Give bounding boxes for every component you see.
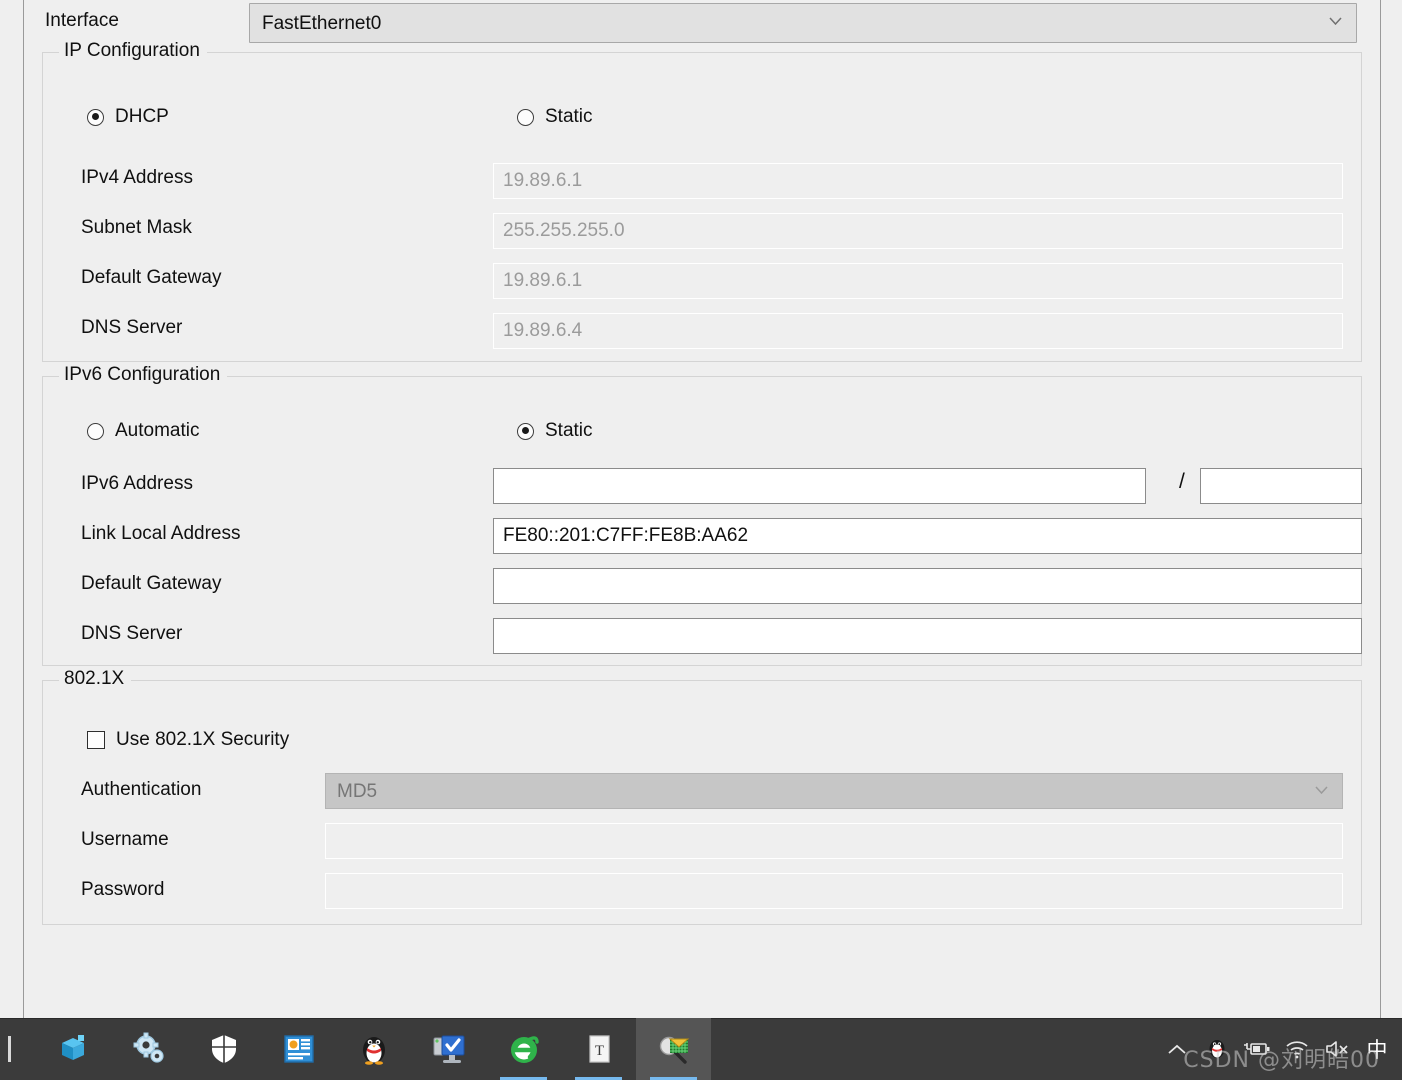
radio-ipv6-static-label: Static bbox=[545, 420, 593, 441]
radio-ip-static-label: Static bbox=[545, 106, 593, 127]
wifi-icon[interactable] bbox=[1284, 1036, 1310, 1062]
ipv6-gateway-input[interactable] bbox=[493, 568, 1362, 604]
interface-dropdown-value: FastEthernet0 bbox=[262, 13, 382, 34]
taskbar-items: T bbox=[36, 1018, 711, 1080]
packet-tracer-config-window: Interface FastEthernet0 IP Configuration… bbox=[0, 0, 1402, 1080]
username-label: Username bbox=[81, 829, 169, 850]
security-8021x-group: 802.1X Use 802.1X Security Authenticatio… bbox=[42, 668, 1362, 925]
ipv6-gateway-label: Default Gateway bbox=[81, 573, 222, 594]
config-pane: Interface FastEthernet0 IP Configuration… bbox=[24, 0, 1380, 1018]
ip-configuration-title: IP Configuration bbox=[59, 40, 207, 62]
ipv4-dns-label: DNS Server bbox=[81, 317, 183, 338]
gears-settings-icon bbox=[133, 1032, 164, 1063]
ipv6-prefix-input[interactable] bbox=[1200, 468, 1362, 504]
checkbox-indicator bbox=[87, 731, 105, 749]
svg-text:T: T bbox=[594, 1043, 603, 1059]
power-plug-icon[interactable] bbox=[1244, 1036, 1270, 1062]
taskbar-item-packet-tracer[interactable] bbox=[636, 1018, 711, 1080]
ipv4-gateway-label: Default Gateway bbox=[81, 267, 222, 288]
taskbar-item-defender[interactable] bbox=[186, 1018, 261, 1080]
ipv4-dns-input[interactable]: 19.89.6.4 bbox=[493, 313, 1343, 349]
radio-ipv6-static[interactable]: Static bbox=[517, 420, 593, 442]
authentication-label: Authentication bbox=[81, 779, 202, 800]
password-input[interactable] bbox=[325, 873, 1343, 909]
authentication-dropdown-value: MD5 bbox=[337, 781, 378, 802]
radio-dhcp-label: DHCP bbox=[115, 106, 169, 127]
radio-ipv6-automatic-label: Automatic bbox=[115, 420, 200, 441]
qq-penguin-icon bbox=[362, 1037, 385, 1065]
radio-ipv6-automatic[interactable]: Automatic bbox=[87, 420, 199, 442]
taskbar-item-monitor-check[interactable] bbox=[411, 1018, 486, 1080]
subnet-mask-label: Subnet Mask bbox=[81, 217, 192, 238]
3d-cube-icon bbox=[61, 1035, 84, 1060]
taskbar-item-settings[interactable] bbox=[111, 1018, 186, 1080]
ipv6-address-input[interactable] bbox=[493, 468, 1146, 504]
ipv6-dns-label: DNS Server bbox=[81, 623, 183, 644]
link-local-address-input[interactable]: FE80::201:C7FF:FE8B:AA62 bbox=[493, 518, 1362, 554]
ipv6-configuration-title: IPv6 Configuration bbox=[59, 364, 228, 386]
green-e-browser-icon bbox=[510, 1036, 539, 1063]
link-local-address-label: Link Local Address bbox=[81, 523, 241, 544]
security-8021x-title: 802.1X bbox=[59, 668, 132, 690]
subnet-mask-input[interactable]: 255.255.255.0 bbox=[493, 213, 1343, 249]
use-8021x-security-checkbox[interactable]: Use 802.1X Security bbox=[87, 729, 289, 751]
use-8021x-security-label: Use 802.1X Security bbox=[116, 729, 290, 750]
interface-label: Interface bbox=[45, 10, 119, 31]
password-label: Password bbox=[81, 879, 165, 900]
chevron-down-icon bbox=[1315, 786, 1328, 794]
radio-dhcp-indicator bbox=[87, 108, 104, 126]
radio-ipv6-automatic-indicator bbox=[87, 422, 104, 440]
radio-ip-static-indicator bbox=[517, 108, 534, 126]
taskbar-item-qq[interactable] bbox=[336, 1018, 411, 1080]
taskbar-item-blue-panel[interactable] bbox=[261, 1018, 336, 1080]
chevron-down-icon bbox=[1329, 17, 1342, 25]
system-tray: 中 bbox=[1164, 1018, 1396, 1080]
radio-dhcp[interactable]: DHCP bbox=[87, 106, 169, 128]
username-input[interactable] bbox=[325, 823, 1343, 859]
ip-configuration-group: IP Configuration DHCP Static IPv4 Addres… bbox=[42, 40, 1362, 362]
qq-tray-icon[interactable] bbox=[1204, 1036, 1230, 1062]
interface-dropdown[interactable]: FastEthernet0 bbox=[249, 3, 1357, 43]
taskbar-handle[interactable] bbox=[8, 1036, 11, 1062]
radio-ip-static[interactable]: Static bbox=[517, 106, 593, 128]
monitor-check-icon bbox=[433, 1035, 464, 1063]
ipv6-address-label: IPv6 Address bbox=[81, 473, 193, 494]
blue-panel-icon bbox=[283, 1035, 314, 1063]
text-document-icon: T bbox=[588, 1035, 610, 1063]
taskbar-item-browser[interactable] bbox=[486, 1018, 561, 1080]
ime-indicator[interactable]: 中 bbox=[1364, 1036, 1390, 1062]
volume-muted-icon[interactable] bbox=[1324, 1036, 1350, 1062]
ipv6-configuration-group: IPv6 Configuration Automatic Static IPv6… bbox=[42, 364, 1362, 666]
interface-row: Interface FastEthernet0 bbox=[24, 0, 1380, 46]
right-divider bbox=[1380, 0, 1381, 1018]
shield-defender-icon bbox=[211, 1035, 236, 1063]
taskbar: T 中 CSDN @刘明皓00 bbox=[0, 1018, 1402, 1080]
ipv6-dns-input[interactable] bbox=[493, 618, 1362, 654]
ipv4-gateway-input[interactable]: 19.89.6.1 bbox=[493, 263, 1343, 299]
chevron-up-icon[interactable] bbox=[1164, 1036, 1190, 1062]
authentication-dropdown[interactable]: MD5 bbox=[325, 773, 1343, 809]
radio-ipv6-static-indicator bbox=[517, 422, 534, 440]
ipv4-address-input[interactable]: 19.89.6.1 bbox=[493, 163, 1343, 199]
taskbar-item-text-document[interactable]: T bbox=[561, 1018, 636, 1080]
packet-tracer-icon bbox=[659, 1036, 689, 1064]
ipv4-address-label: IPv4 Address bbox=[81, 167, 193, 188]
prefix-separator: / bbox=[1179, 470, 1185, 493]
taskbar-item-3d-cube[interactable] bbox=[36, 1018, 111, 1080]
